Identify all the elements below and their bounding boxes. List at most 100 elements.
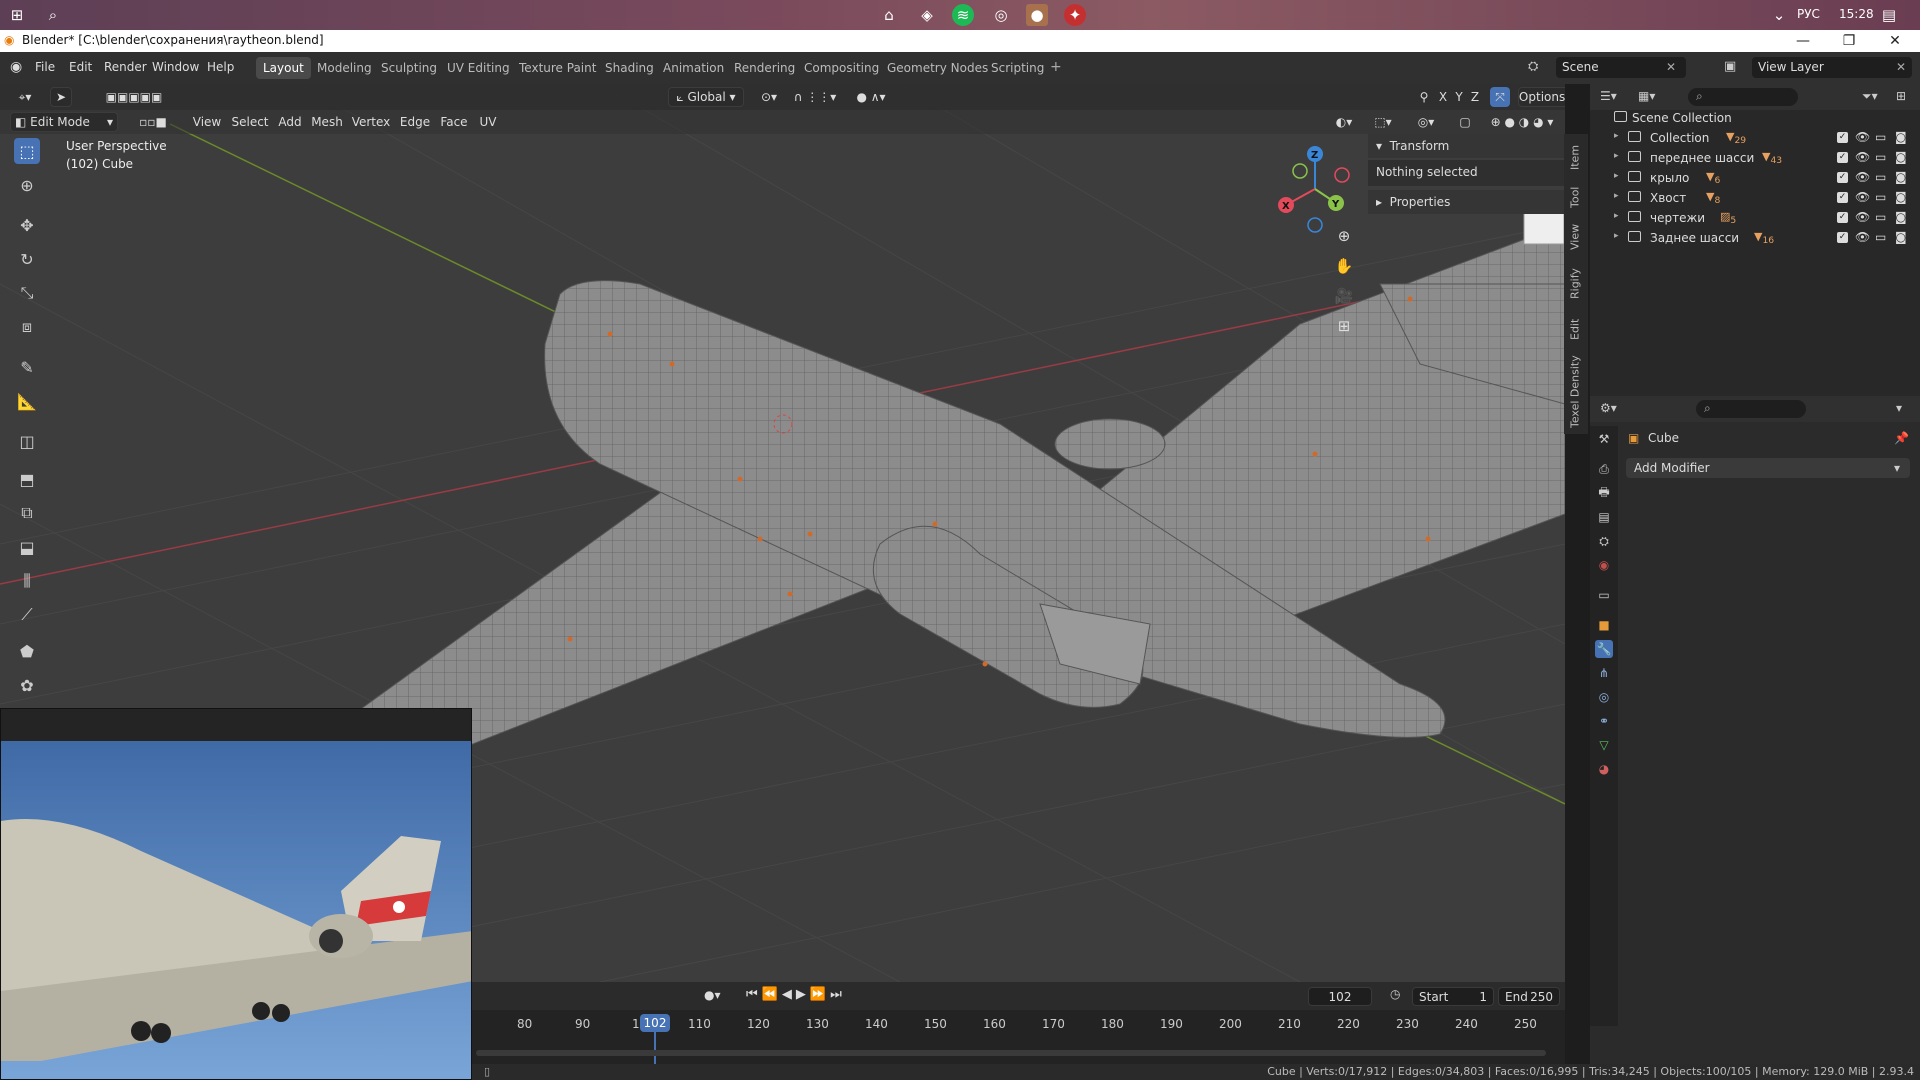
loop-cut-tool-icon[interactable]: ⫼ (14, 568, 40, 594)
display-mode-icon[interactable]: ▦▾ (1638, 89, 1655, 103)
windows-start-icon[interactable]: ⊞ (6, 4, 28, 26)
scene-close-icon[interactable]: ✕ (1666, 60, 1676, 74)
sidebar-tab-item[interactable]: Item (1566, 140, 1584, 174)
sidebar-tab-view[interactable]: View (1566, 220, 1584, 254)
language-indicator[interactable]: РУС (1797, 7, 1820, 21)
options-dropdown[interactable]: Options ▾ (1518, 87, 1565, 107)
render-camera-icon[interactable]: ◙ (1895, 150, 1907, 164)
outliner-row-wing[interactable]: ▸ крыло ▼6 ✓ 👁 ▭ ◙ (1590, 168, 1920, 188)
menu-mesh[interactable]: Mesh (310, 112, 344, 132)
viewport-disable-icon[interactable]: ▭ (1875, 170, 1886, 184)
menu-add[interactable]: Add (276, 112, 304, 132)
new-collection-icon[interactable]: ⊞ (1896, 89, 1906, 103)
tab-sculpting[interactable]: Sculpting (374, 57, 444, 79)
menu-vertex[interactable]: Vertex (350, 112, 392, 132)
particles-tab-icon[interactable]: ⋔ (1595, 664, 1613, 682)
move-tool-icon[interactable]: ✥ (14, 212, 40, 238)
timeline-editor[interactable]: ●▾ ⏮⏪◀▶⏩⏭ 102 ◷ Start 1 End 250 80 90 1 … (472, 982, 1565, 1064)
visibility-icon[interactable]: ◐▾ (1330, 112, 1358, 132)
sidebar-tab-tool[interactable]: Tool (1566, 182, 1584, 212)
sidebar-tab-texel-density[interactable]: Texel Density (1566, 354, 1584, 430)
outliner-editor-icon[interactable]: ☰▾ (1600, 89, 1617, 103)
collection-tab-icon[interactable]: ▭ (1595, 586, 1613, 604)
tab-modeling[interactable]: Modeling (310, 57, 379, 79)
add-cube-tool-icon[interactable]: ◫ (14, 428, 40, 454)
output-tab-icon[interactable]: 🖶 (1595, 484, 1613, 502)
bevel-tool-icon[interactable]: ⬓ (14, 534, 40, 560)
orthographic-grid-icon[interactable]: ⊞ (1332, 314, 1356, 338)
eye-icon[interactable]: 👁 (1855, 210, 1870, 224)
tab-geometry-nodes[interactable]: Geometry Nodes (880, 57, 995, 79)
tab-texture-paint[interactable]: Texture Paint (512, 57, 603, 79)
playhead[interactable]: 102 (640, 1014, 670, 1032)
eye-icon[interactable]: 👁 (1855, 190, 1870, 204)
snap-icon[interactable]: ∩ ⋮⋮▾ (790, 87, 840, 107)
add-modifier-button[interactable]: Add Modifier ▾ (1626, 458, 1910, 478)
spotify-icon[interactable]: ≋ (952, 4, 974, 26)
eye-icon[interactable]: 👁 (1855, 130, 1870, 144)
menu-uv[interactable]: UV (476, 112, 500, 132)
mirror-x-toggle[interactable]: X (1436, 87, 1450, 107)
tab-layout[interactable]: Layout (256, 57, 311, 79)
pivot-icon[interactable]: ⊙▾ (756, 87, 782, 107)
camera-view-icon[interactable]: 🎥 (1332, 284, 1356, 308)
search-icon[interactable]: ⌕ (42, 4, 64, 26)
tool-tab-icon[interactable]: ⚒ (1595, 430, 1613, 448)
reference-image-window[interactable] (0, 708, 472, 1080)
select-box-tool-icon[interactable]: ⬚ (14, 138, 40, 164)
gizmo-toggle-icon[interactable]: ⬚▾ (1366, 112, 1400, 132)
notifications-icon[interactable]: ▤ (1878, 4, 1900, 26)
exclude-checkbox[interactable]: ✓ (1837, 232, 1848, 243)
menu-edge[interactable]: Edge (398, 112, 432, 132)
tab-uv-editing[interactable]: UV Editing (440, 57, 517, 79)
menu-select[interactable]: Select (230, 112, 270, 132)
view-layer-tab-icon[interactable]: ▤ (1595, 508, 1613, 526)
outliner-row-blueprints[interactable]: ▸ чертежи ▨5 ✓ 👁 ▭ ◙ (1590, 208, 1920, 228)
outliner[interactable]: ☰▾ ▦▾ ⌕ ⏷▾ ⊞ Scene Collection ▸ Collecti… (1590, 84, 1920, 396)
scene-tab-icon[interactable]: ⛭ (1595, 532, 1613, 550)
expand-arrow-icon[interactable]: ▸ (1614, 131, 1619, 141)
transform-tool-icon[interactable]: ⧈ (14, 314, 40, 340)
scene-collection-row[interactable]: Scene Collection (1590, 108, 1920, 128)
properties-search-input[interactable]: ⌕ (1696, 400, 1806, 418)
render-camera-icon[interactable]: ◙ (1895, 210, 1907, 224)
tab-animation[interactable]: Animation (656, 57, 731, 79)
select-mode-icons[interactable]: ▣▣▣▣▣ (88, 87, 180, 107)
expand-arrow-icon[interactable]: ▸ (1614, 211, 1619, 221)
editor-type-icon[interactable]: ⌖▾ (10, 87, 40, 107)
pan-hand-icon[interactable]: ✋ (1332, 254, 1356, 278)
select-tool-icon[interactable]: ➤ (50, 87, 72, 107)
outliner-row-nose-gear[interactable]: ▸ переднее шасси ▼43 ✓ 👁 ▭ ◙ (1590, 148, 1920, 168)
menu-view[interactable]: View (192, 112, 222, 132)
menu-edit[interactable]: Edit (69, 60, 92, 74)
physics-tab-icon[interactable]: ◎ (1595, 688, 1613, 706)
modifier-tab-icon[interactable]: 🔧 (1595, 640, 1613, 658)
red-app-icon[interactable]: ✦ (1064, 4, 1086, 26)
proportional-edit-icon[interactable]: ● ∧▾ (848, 87, 894, 107)
exclude-checkbox[interactable]: ✓ (1837, 152, 1848, 163)
expand-arrow-icon[interactable]: ▸ (1614, 191, 1619, 201)
render-camera-icon[interactable]: ◙ (1895, 230, 1907, 244)
viewport-disable-icon[interactable]: ▭ (1875, 190, 1886, 204)
tab-scripting[interactable]: Scripting (984, 57, 1051, 79)
menu-help[interactable]: Help (207, 60, 234, 74)
maximize-button[interactable]: ❐ (1826, 30, 1872, 52)
expand-arrow-icon[interactable]: ▸ (1614, 171, 1619, 181)
chevron-down-icon[interactable]: ▾ (1896, 401, 1902, 415)
properties-panel-header[interactable]: ▸ Properties (1368, 190, 1565, 214)
expand-arrow-icon[interactable]: ▸ (1614, 151, 1619, 161)
outliner-row-tail[interactable]: ▸ Хвост ▼8 ✓ 👁 ▭ ◙ (1590, 188, 1920, 208)
view-layer-selector[interactable]: View Layer ✕ (1752, 57, 1912, 78)
expand-arrow-icon[interactable]: ▸ (1614, 231, 1619, 241)
xray-icon[interactable]: ▢ (1456, 112, 1474, 132)
record-icon[interactable]: ●▾ (704, 988, 721, 1002)
object-tab-icon[interactable]: ■ (1595, 616, 1613, 634)
overlay-toggle-icon[interactable]: ◎▾ (1408, 112, 1444, 132)
extrude-tool-icon[interactable]: ⬒ (14, 466, 40, 492)
properties-editor[interactable]: ⚙▾ ⌕ ▾ ⚒ ⎙ 🖶 ▤ ⛭ ◉ ▭ ■ 🔧 ⋔ ◎ ⚭ ▽ ◕ ▣ Cub… (1590, 396, 1920, 1064)
render-camera-icon[interactable]: ◙ (1895, 170, 1907, 184)
menu-file[interactable]: File (35, 60, 55, 74)
properties-editor-icon[interactable]: ⚙▾ (1600, 401, 1617, 415)
tray-chevron-icon[interactable]: ⌄ (1768, 4, 1790, 26)
mirror-y-toggle[interactable]: Y (1452, 87, 1466, 107)
